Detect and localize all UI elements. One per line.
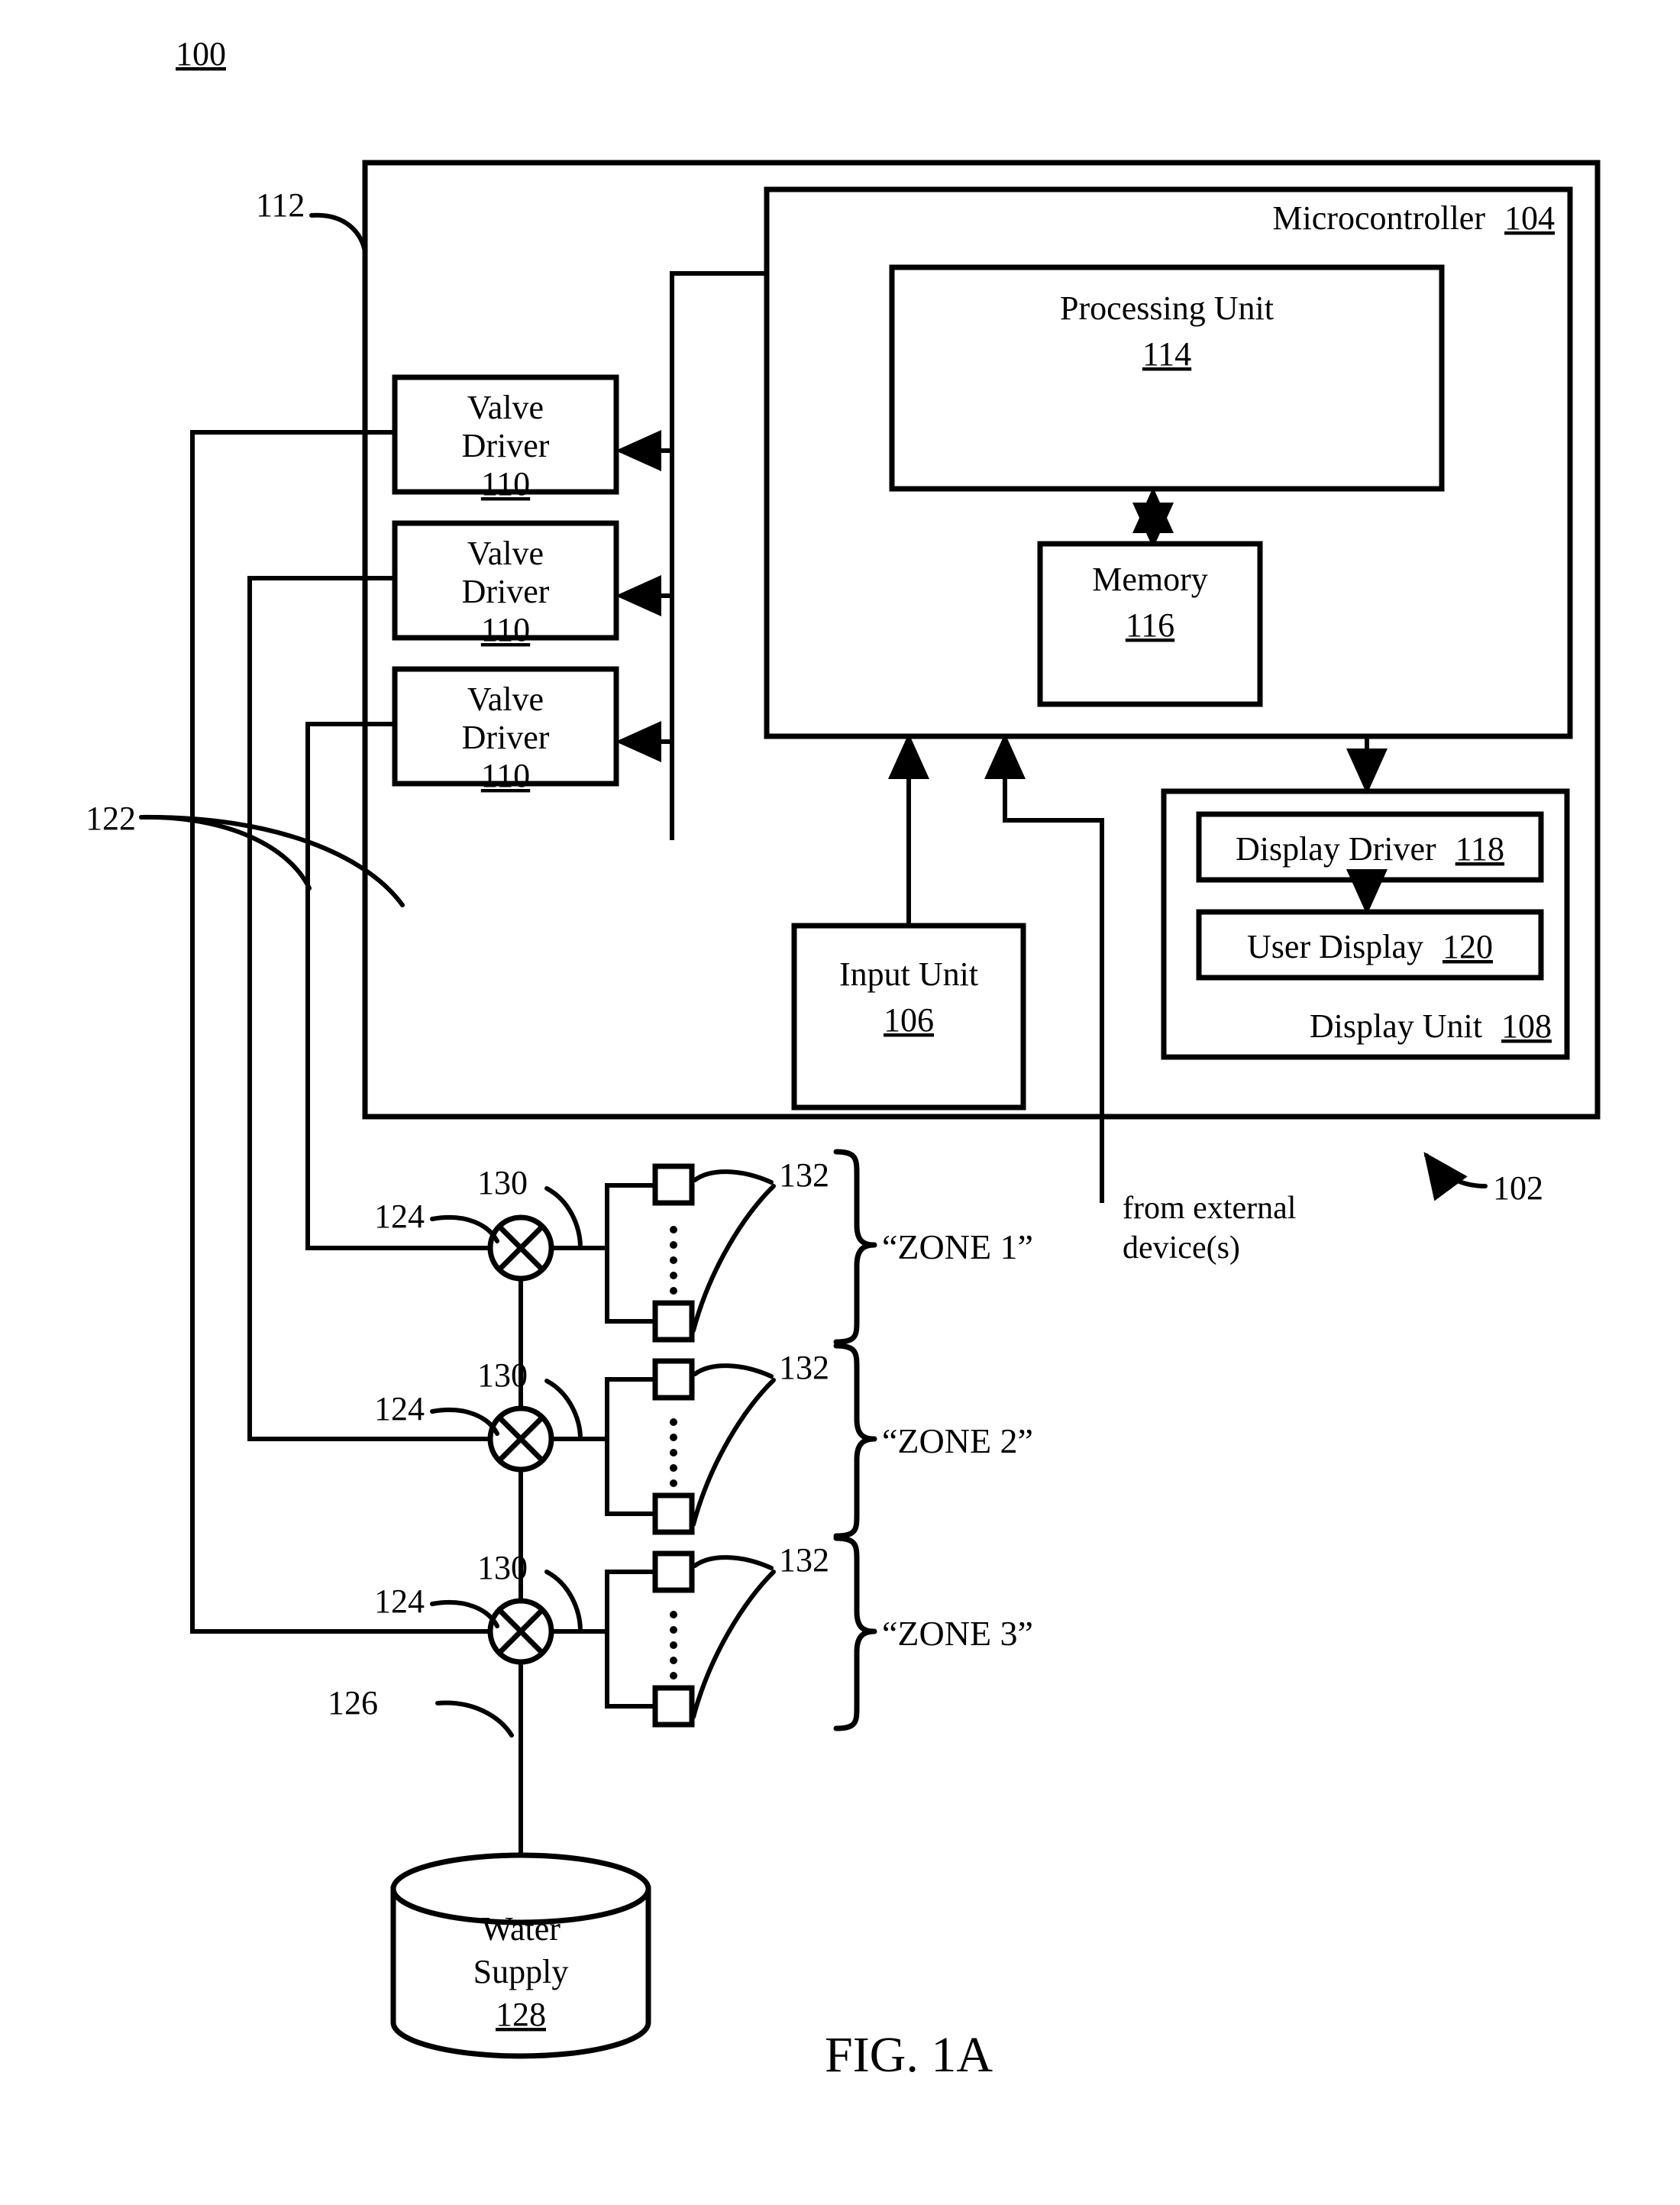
display-driver-title-text: Display Driver [1236,830,1436,868]
sprinkler-zone-3-top [652,1550,695,1593]
zone-2-ellipsis-dot [670,1449,677,1457]
housing-ref-label: 112 [256,186,305,224]
valve-ref-zone-2: 124 [374,1390,425,1427]
valve-ref-zone-3: 124 [374,1583,425,1620]
external-device-label-line2: device(s) [1123,1230,1240,1266]
leader-124-zone-2 [430,1407,499,1436]
valve-driver-label-2: Valve [467,535,544,572]
zone-3-ellipsis-dot [670,1657,677,1664]
supply-line-ref-label: 126 [328,1684,378,1722]
memory-ref: 116 [1126,606,1174,644]
microcontroller-title: Microcontroller 104 [1272,199,1555,237]
microcontroller-ref-text: 104 [1504,199,1555,237]
figure-caption: FIG. 1A [825,2027,993,2083]
display-driver-ref-text: 118 [1455,830,1504,868]
pipe-ref-zone-2: 130 [477,1356,528,1394]
leader-132-zone-3-top [693,1555,774,1570]
leader-122-a [139,814,312,891]
patent-figure: 100 112 102 Microcontroller 104 Processi… [0,0,1680,2205]
memory-title: Memory [1092,561,1208,598]
sprinkler-zone-1-bottom [652,1300,695,1343]
pipe-ref-zone-1: 130 [477,1164,528,1201]
valve-driver-label-2b: Driver [462,573,550,610]
leader-132-zone-3-bottom [691,1570,776,1719]
zone-2-ellipsis-dot [670,1418,677,1426]
input-unit-title: Input Unit [839,955,978,993]
processing-unit-ref: 114 [1142,335,1191,373]
water-supply-ref: 128 [496,1996,546,2033]
leader-132-zone-2-bottom [691,1378,776,1527]
control-wire-3 [305,722,490,1250]
zone-3-brace [833,1535,877,1731]
controller-ref-label: 102 [1493,1169,1543,1207]
zone-1-ellipsis-dot [670,1256,677,1264]
valve-driver-label-3b: Driver [462,719,550,756]
leader-124-zone-3 [430,1599,499,1628]
valve-driver-ref-3: 110 [481,757,530,794]
water-supply-label-line2: Supply [473,1953,569,1990]
zone-2-manifold [605,1377,655,1516]
leader-102-arrow [1423,1152,1488,1201]
user-display-title-text: User Display [1247,928,1423,965]
display-unit-title: Display Unit 108 [1310,1007,1552,1045]
user-display-title: User Display 120 [1247,928,1493,965]
zone-1-ellipsis-dot [670,1272,677,1279]
external-device-label-line1: from external [1123,1191,1296,1226]
zone-2-brace [833,1343,877,1539]
microcontroller-title-text: Microcontroller [1272,199,1485,237]
sprinkler-zone-1-top [652,1163,695,1206]
zone-1-ellipsis-dot [670,1241,677,1249]
microcontroller-valve-bus [670,271,767,840]
leader-132-zone-1-top [693,1169,774,1185]
water-supply-label-line1: Water [481,1910,561,1948]
sprinkler-ref-zone-3: 132 [779,1541,829,1579]
zone-label-3: “ZONE 3” [882,1614,1033,1653]
control-wires-ref-label: 122 [86,800,136,837]
sprinkler-ref-zone-1: 132 [779,1156,829,1194]
leader-132-zone-2-top [693,1363,774,1379]
zone-label-1: “ZONE 1” [882,1227,1033,1266]
pipe-ref-zone-3: 130 [477,1549,528,1586]
valve-driver-label-3: Valve [467,681,544,718]
zone-1-manifold [605,1183,655,1324]
leader-132-zone-1-bottom [691,1184,776,1333]
zone-3-ellipsis-dot [670,1611,677,1618]
user-display-ref-text: 120 [1443,928,1493,965]
valve-ref-zone-1: 124 [374,1198,425,1235]
leader-112 [309,212,367,254]
sprinkler-zone-2-top [652,1358,695,1401]
leader-126 [435,1700,514,1738]
zone-2-ellipsis-dot [670,1464,677,1472]
diagram-canvas: 100 112 102 Microcontroller 104 Processi… [86,35,1601,2083]
system-ref-label: 100 [176,35,226,73]
leader-124-zone-1 [430,1214,499,1243]
sprinkler-zone-3-bottom [652,1685,695,1728]
input-unit-ref: 106 [884,1001,934,1039]
zone-2-ellipsis-dot [670,1479,677,1487]
zone-1-ellipsis-dot [670,1287,677,1295]
zone-1-brace [833,1149,877,1345]
sprinkler-zone-2-bottom [652,1492,695,1535]
zone-label-2: “ZONE 2” [882,1421,1033,1460]
zone-3-ellipsis-dot [670,1641,677,1649]
display-unit-title-text: Display Unit [1310,1007,1482,1045]
display-driver-title: Display Driver 118 [1236,830,1504,868]
display-unit-ref-text: 108 [1501,1007,1552,1045]
zone-1-ellipsis-dot [670,1226,677,1233]
valve-driver-label-1b: Driver [462,427,550,464]
valve-driver-ref-1: 110 [481,465,530,503]
zone-3-ellipsis-dot [670,1626,677,1634]
valve-driver-label-1: Valve [467,389,544,426]
zone-3-ellipsis-dot [670,1672,677,1680]
valve-driver-ref-2: 110 [481,611,530,648]
processing-unit-title: Processing Unit [1060,289,1274,327]
zone-2-ellipsis-dot [670,1434,677,1441]
zone-3-manifold [605,1570,655,1709]
sprinkler-ref-zone-2: 132 [779,1349,829,1386]
